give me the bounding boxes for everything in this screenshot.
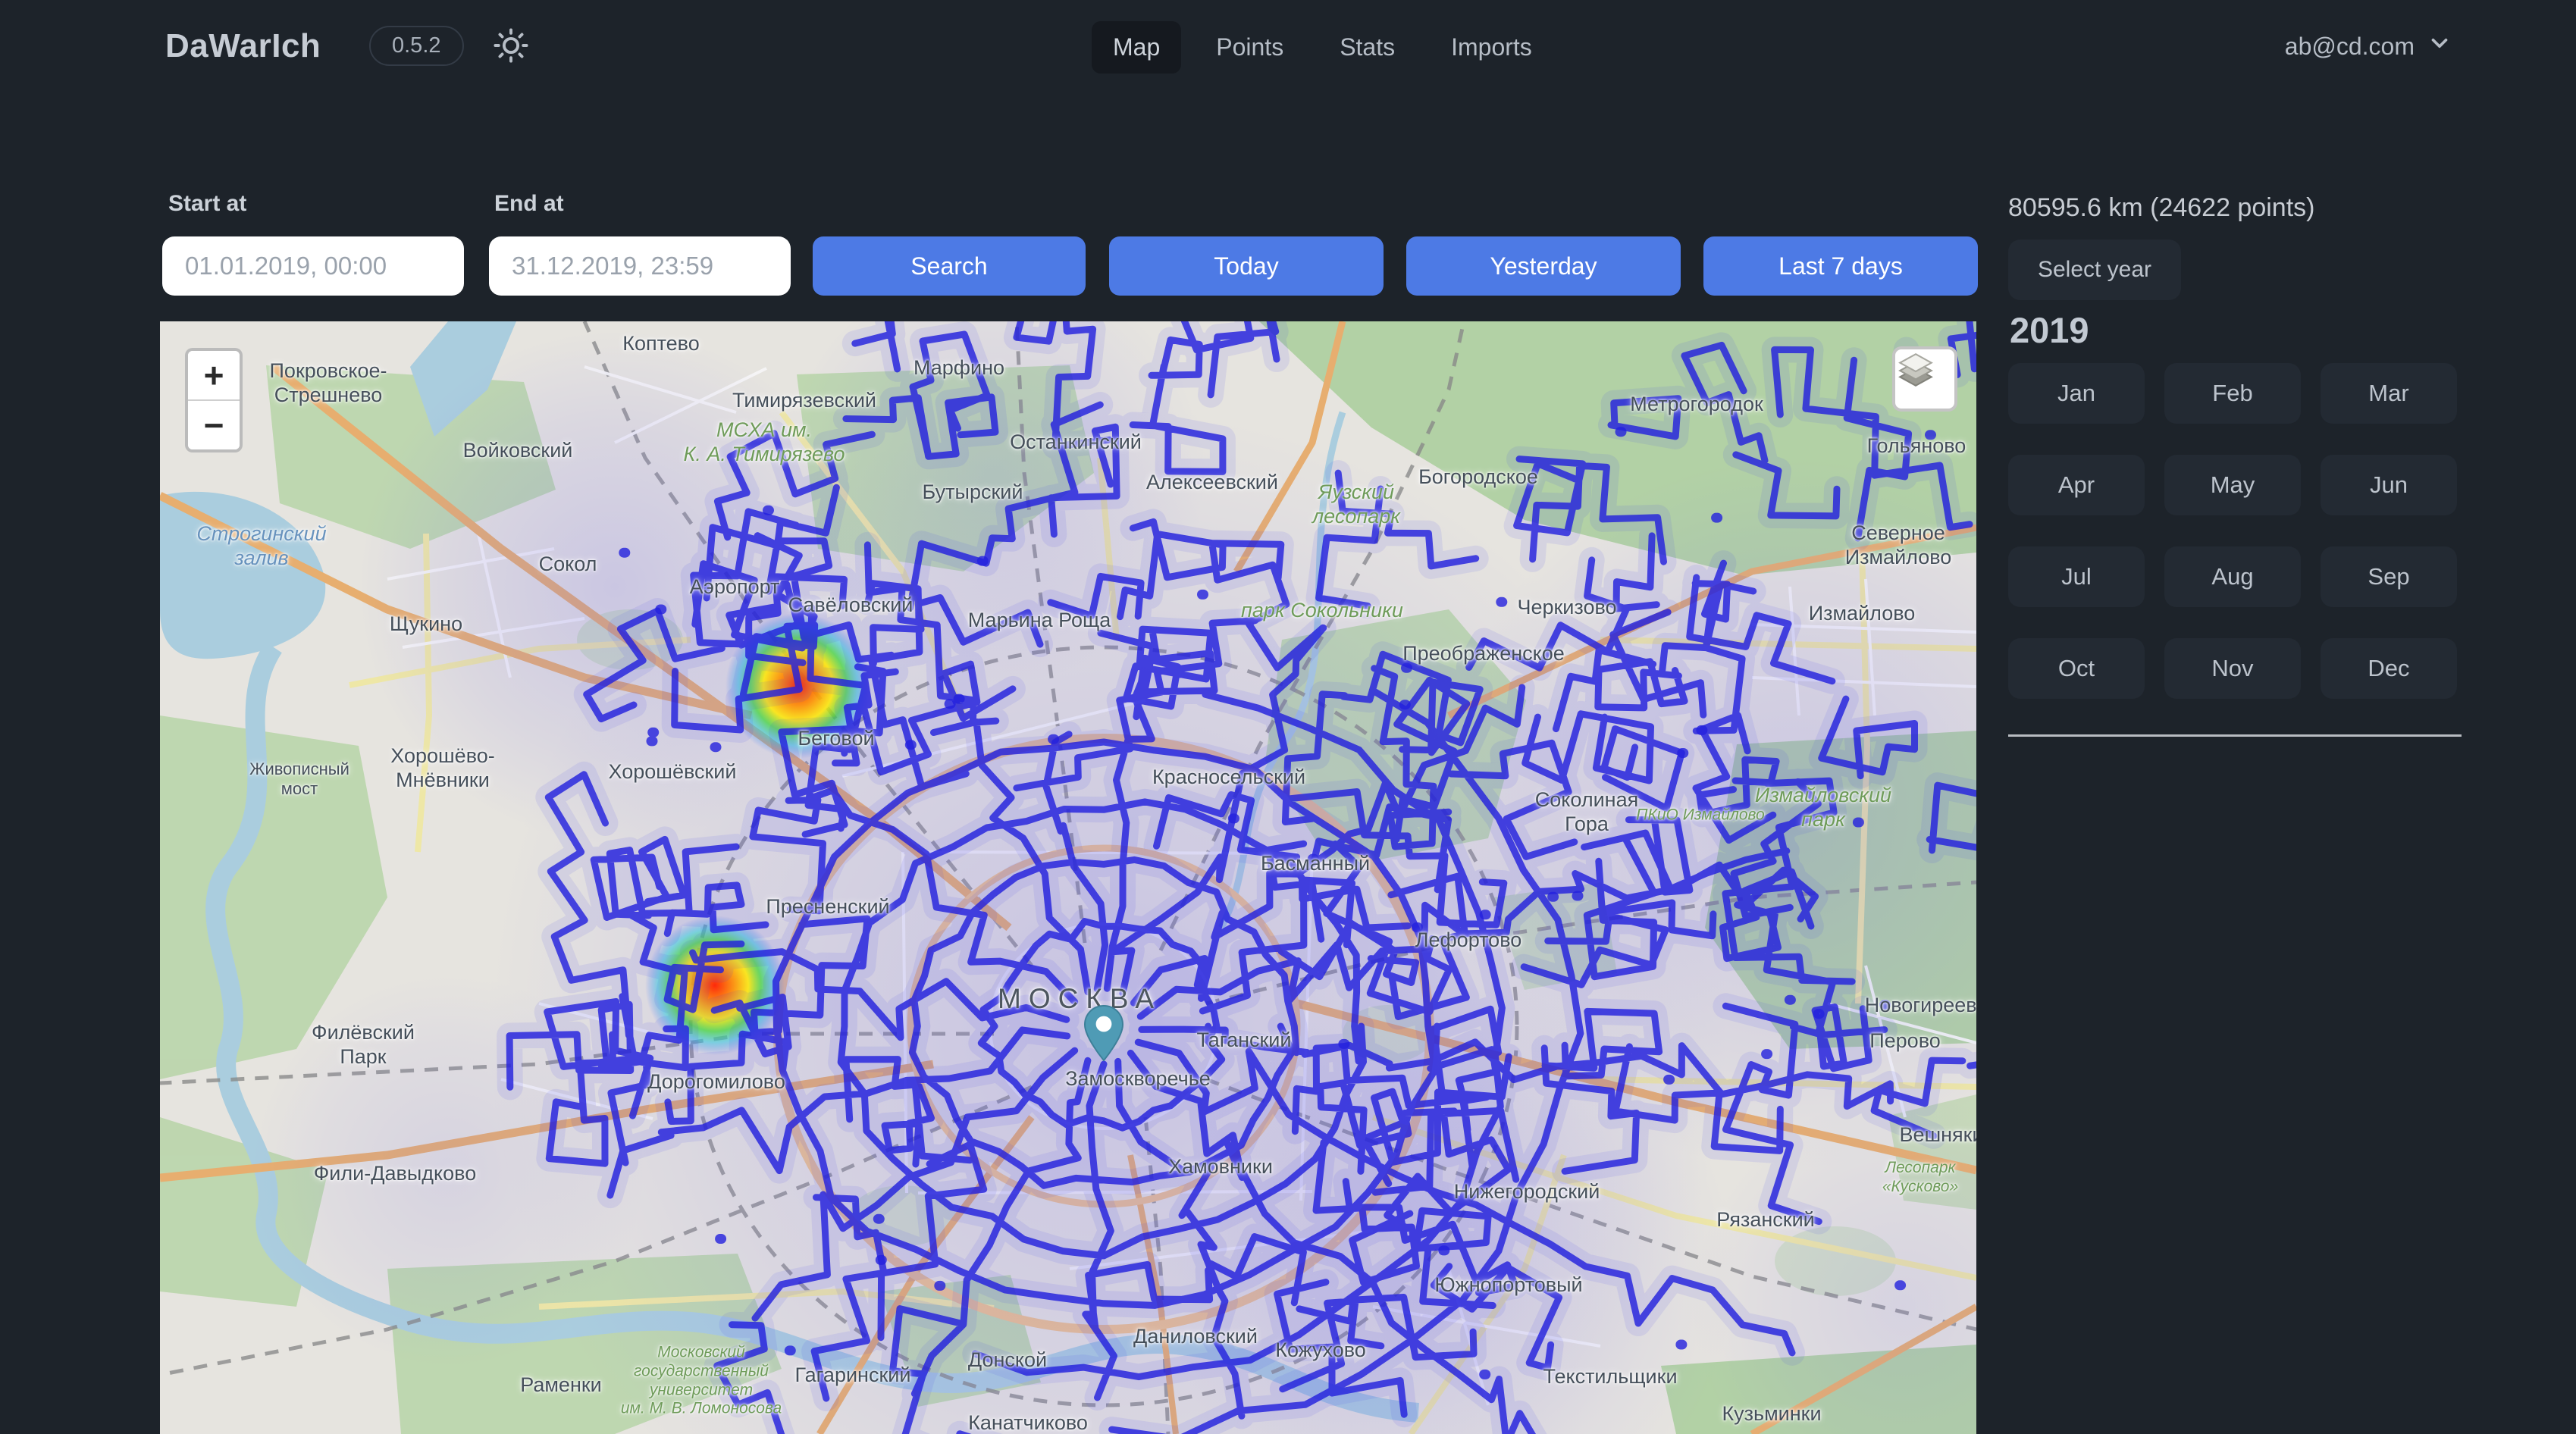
month-button[interactable]: Oct: [2008, 638, 2145, 699]
month-button[interactable]: Sep: [2321, 546, 2457, 607]
zoom-out-button[interactable]: −: [188, 401, 240, 449]
app-logo[interactable]: DaWarIch: [165, 27, 321, 65]
search-button[interactable]: Search: [813, 236, 1086, 296]
nav-tab[interactable]: Points: [1195, 21, 1305, 74]
month-grid: Jan Feb Mar Apr May Jun Jul Aug Sep Oct Nov Dec: [2008, 363, 2457, 699]
map-canvas: [160, 321, 1976, 1434]
zoom-in-button[interactable]: +: [188, 351, 240, 401]
user-menu[interactable]: ab@cd.com: [2285, 30, 2452, 62]
month-button[interactable]: Aug: [2164, 546, 2301, 607]
chevron-down-icon: [2427, 30, 2452, 62]
month-button[interactable]: Dec: [2321, 638, 2457, 699]
quick-filter-button[interactable]: Today: [1109, 236, 1384, 296]
month-button[interactable]: Jan: [2008, 363, 2145, 424]
start-at-input[interactable]: [162, 236, 464, 296]
navbar: DaWarIch 0.5.2 Map PointsStats Imports ab@…: [0, 0, 2576, 91]
map-marker-pin[interactable]: [1083, 1004, 1125, 1062]
nav-tab[interactable]: Stats: [1318, 21, 1416, 74]
user-email: ab@cd.com: [2285, 33, 2415, 61]
month-button[interactable]: Nov: [2164, 638, 2301, 699]
nav-tab[interactable]: Map: [1092, 21, 1181, 74]
nav-tab[interactable]: Imports: [1430, 21, 1553, 74]
quick-filter-buttons: Today Yesterday Last 7 days: [1109, 236, 1978, 296]
month-button[interactable]: Jul: [2008, 546, 2145, 607]
sun-icon: [491, 55, 531, 68]
month-button[interactable]: May: [2164, 455, 2301, 515]
sidebar-divider: [2008, 734, 2462, 737]
quick-filter-button[interactable]: Last 7 days: [1703, 236, 1978, 296]
main-nav-tabs: Map PointsStats Imports: [1092, 21, 1553, 74]
month-button[interactable]: Mar: [2321, 363, 2457, 424]
version-badge: 0.5.2: [369, 26, 464, 66]
map-zoom-control: + −: [185, 348, 243, 452]
start-at-label: Start at: [168, 191, 246, 217]
end-at-input[interactable]: [489, 236, 791, 296]
app-root: { "navbar": { "brand": "DaWarIch", "vers…: [0, 0, 2576, 1434]
theme-toggle-button[interactable]: [491, 26, 531, 65]
distance-stats: 80595.6 km (24622 points): [2008, 193, 2314, 223]
month-button[interactable]: Apr: [2008, 455, 2145, 515]
map-layers-control[interactable]: [1892, 346, 1957, 412]
end-at-label: End at: [494, 191, 564, 217]
year-heading: 2019: [2010, 309, 2089, 351]
map-container[interactable]: КоптевоМарфиноТимирязевскийОстанкинскийП…: [160, 321, 1976, 1434]
select-year-button[interactable]: Select year: [2008, 240, 2181, 300]
quick-filter-button[interactable]: Yesterday: [1406, 236, 1681, 296]
month-button[interactable]: Feb: [2164, 363, 2301, 424]
month-button[interactable]: Jun: [2321, 455, 2457, 515]
